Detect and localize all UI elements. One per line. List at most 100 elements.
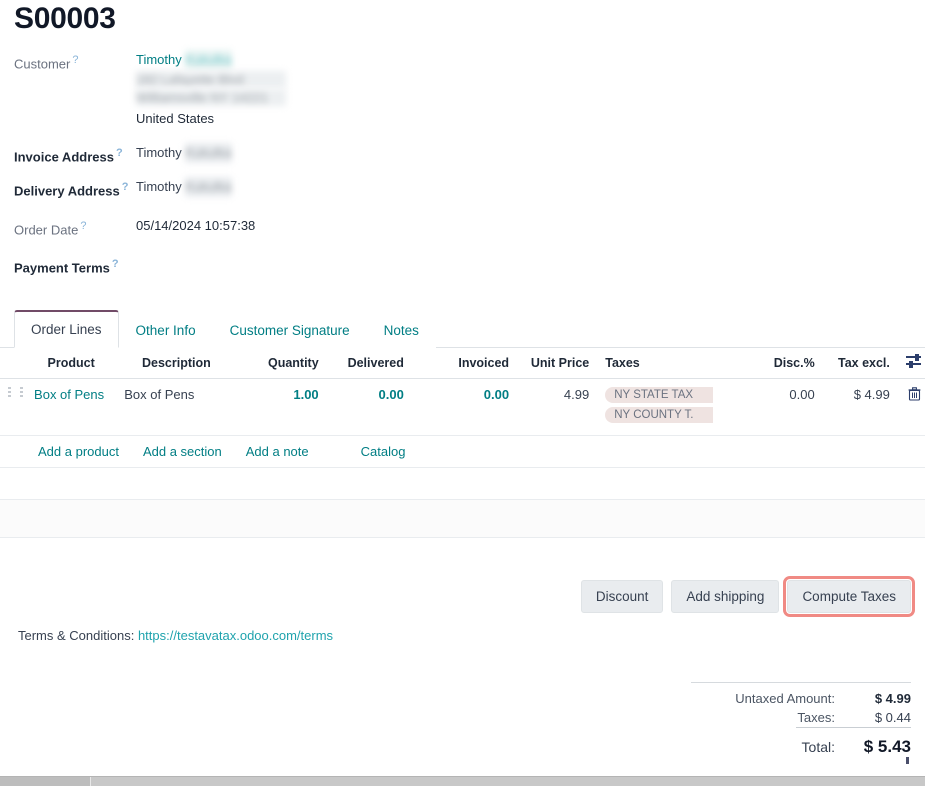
- col-tax-excl[interactable]: Tax excl.: [823, 348, 898, 379]
- customer-link[interactable]: Timothy: [136, 52, 182, 67]
- field-label-invoice-address: Invoice Address?: [0, 143, 136, 167]
- page-title: S00003: [14, 2, 116, 36]
- tooltip-icon[interactable]: ?: [112, 258, 119, 270]
- add-a-product-link[interactable]: Add a product: [38, 444, 119, 459]
- add-lines-row: Add a product Add a section Add a note C…: [0, 436, 925, 468]
- taxes-label: Taxes:: [797, 710, 835, 725]
- field-value-invoice-address: Timothy Kukulka: [136, 143, 232, 163]
- terms-url-link[interactable]: https://testavatax.odoo.com/terms: [138, 628, 333, 643]
- invoice-address-lastname-redacted: Kukulka: [185, 143, 231, 163]
- add-a-section-link[interactable]: Add a section: [143, 444, 222, 459]
- cell-tax-excl: $ 4.99: [823, 379, 898, 436]
- tooltip-icon[interactable]: ?: [72, 54, 78, 66]
- trash-icon[interactable]: [908, 387, 921, 404]
- cell-unit-price[interactable]: 4.99: [517, 379, 597, 436]
- field-value-delivery-address: Timothy Kukulka: [136, 177, 232, 197]
- cell-taxes[interactable]: NY STATE TAX NY COUNTY T.: [597, 379, 727, 436]
- tooltip-icon[interactable]: ?: [80, 220, 86, 232]
- col-taxes[interactable]: Taxes: [597, 348, 727, 379]
- blank-filler-row: [0, 500, 925, 538]
- add-shipping-button[interactable]: Add shipping: [671, 580, 779, 613]
- col-drag: [0, 348, 26, 379]
- empty-row: [0, 468, 925, 500]
- field-delivery-address: Delivery Address? Timothy Kukulka: [0, 177, 925, 201]
- tooltip-icon[interactable]: ?: [116, 147, 123, 159]
- cell-quantity[interactable]: 1.00: [236, 379, 326, 436]
- field-order-date: Order Date? 05/14/2024 10:57:38: [0, 216, 925, 240]
- row-drag-cell[interactable]: [0, 379, 26, 436]
- col-invoiced[interactable]: Invoiced: [412, 348, 517, 379]
- untaxed-amount-row: Untaxed Amount: $ 4.99: [691, 689, 911, 708]
- delivery-address-lastname-redacted: Kukulka: [185, 177, 231, 197]
- bottom-divider: [90, 777, 91, 786]
- catalog-link[interactable]: Catalog: [361, 444, 406, 459]
- field-label-payment-terms: Payment Terms?: [0, 254, 136, 278]
- tab-notes[interactable]: Notes: [367, 312, 436, 348]
- optional-columns-toggle[interactable]: [898, 348, 925, 379]
- total-label: Total:: [802, 739, 835, 755]
- field-value-customer: Timothy Kukulka 182 Lafayette Blvd Willi…: [136, 50, 286, 129]
- tooltip-icon[interactable]: ?: [122, 181, 129, 193]
- col-product[interactable]: Product: [26, 348, 116, 379]
- sliders-icon: [906, 354, 921, 367]
- untaxed-amount-value: $ 4.99: [849, 691, 911, 706]
- col-discount[interactable]: Disc.%: [728, 348, 823, 379]
- tax-tag-list: NY STATE TAX NY COUNTY T.: [605, 387, 713, 427]
- discount-button[interactable]: Discount: [581, 580, 664, 613]
- add-a-note-link[interactable]: Add a note: [246, 444, 309, 459]
- compute-taxes-button[interactable]: Compute Taxes: [787, 580, 911, 613]
- cell-delivered[interactable]: 0.00: [327, 379, 412, 436]
- field-label-delivery-address: Delivery Address?: [0, 177, 136, 201]
- table-header-row: Product Description Quantity Delivered I…: [0, 348, 925, 379]
- tab-list: Order Lines Other Info Customer Signatur…: [0, 310, 925, 348]
- add-lines-cell: Add a product Add a section Add a note C…: [0, 436, 925, 468]
- field-invoice-address: Invoice Address? Timothy Kukulka: [0, 143, 925, 167]
- table-row[interactable]: Box of Pens Box of Pens 1.00 0.00 0.00 4…: [0, 379, 925, 436]
- order-form-fields: Customer? Timothy Kukulka 182 Lafayette …: [0, 50, 925, 286]
- invoice-address-link[interactable]: Timothy: [136, 145, 182, 160]
- terms-and-conditions: Terms & Conditions: https://testavatax.o…: [18, 628, 333, 643]
- tab-other-info[interactable]: Other Info: [119, 312, 213, 348]
- tax-tag[interactable]: NY COUNTY T.: [605, 407, 713, 423]
- add-links: Add a product Add a section Add a note C…: [8, 444, 917, 459]
- delivery-address-link[interactable]: Timothy: [136, 179, 182, 194]
- cell-description[interactable]: Box of Pens: [116, 379, 236, 436]
- tab-order-lines[interactable]: Order Lines: [14, 310, 119, 348]
- field-customer: Customer? Timothy Kukulka 182 Lafayette …: [0, 50, 925, 129]
- totals-block: Untaxed Amount: $ 4.99 Taxes: $ 0.44 Tot…: [691, 682, 911, 759]
- total-value: $ 5.43: [849, 737, 911, 757]
- blank-cell: [0, 500, 925, 538]
- order-action-buttons: Discount Add shipping Compute Taxes: [581, 580, 911, 613]
- bottom-left-pane: [0, 777, 90, 786]
- untaxed-amount-label: Untaxed Amount:: [735, 691, 835, 706]
- notebook: Order Lines Other Info Customer Signatur…: [0, 310, 925, 348]
- bottom-panel-strip: [0, 776, 925, 786]
- field-payment-terms: Payment Terms?: [0, 254, 925, 278]
- field-label-order-date: Order Date?: [0, 216, 136, 240]
- total-row: Total: $ 5.43: [691, 732, 911, 759]
- customer-address-line-1-redacted: 182 Lafayette Blvd: [136, 71, 286, 88]
- sales-order-form: S00003 Customer? Timothy Kukulka 182 Laf…: [0, 0, 925, 786]
- drag-handle-icon[interactable]: [8, 387, 17, 399]
- col-delivered[interactable]: Delivered: [327, 348, 412, 379]
- taxes-value: $ 0.44: [849, 710, 911, 725]
- product-link[interactable]: Box of Pens: [34, 387, 104, 402]
- col-unit-price[interactable]: Unit Price: [517, 348, 597, 379]
- cell-delete[interactable]: [898, 379, 925, 436]
- field-label-customer: Customer?: [0, 50, 136, 74]
- col-description[interactable]: Description: [116, 348, 236, 379]
- empty-cell: [0, 468, 925, 500]
- cell-discount[interactable]: 0.00: [728, 379, 823, 436]
- tax-tag[interactable]: NY STATE TAX: [605, 387, 713, 403]
- totals-separator: [691, 682, 911, 683]
- scroll-indicator: [906, 757, 909, 764]
- cell-invoiced[interactable]: 0.00: [412, 379, 517, 436]
- order-date-value[interactable]: 05/14/2024 10:57:38: [136, 216, 255, 236]
- order-lines-table: Product Description Quantity Delivered I…: [0, 348, 925, 538]
- cell-product[interactable]: Box of Pens: [26, 379, 116, 436]
- order-lines-table-wrapper: Product Description Quantity Delivered I…: [0, 348, 925, 538]
- customer-address-line-2-redacted: Williamsville NY 14221: [136, 89, 286, 106]
- col-quantity[interactable]: Quantity: [236, 348, 326, 379]
- customer-lastname-redacted: Kukulka: [185, 50, 231, 70]
- tab-customer-signature[interactable]: Customer Signature: [213, 312, 367, 348]
